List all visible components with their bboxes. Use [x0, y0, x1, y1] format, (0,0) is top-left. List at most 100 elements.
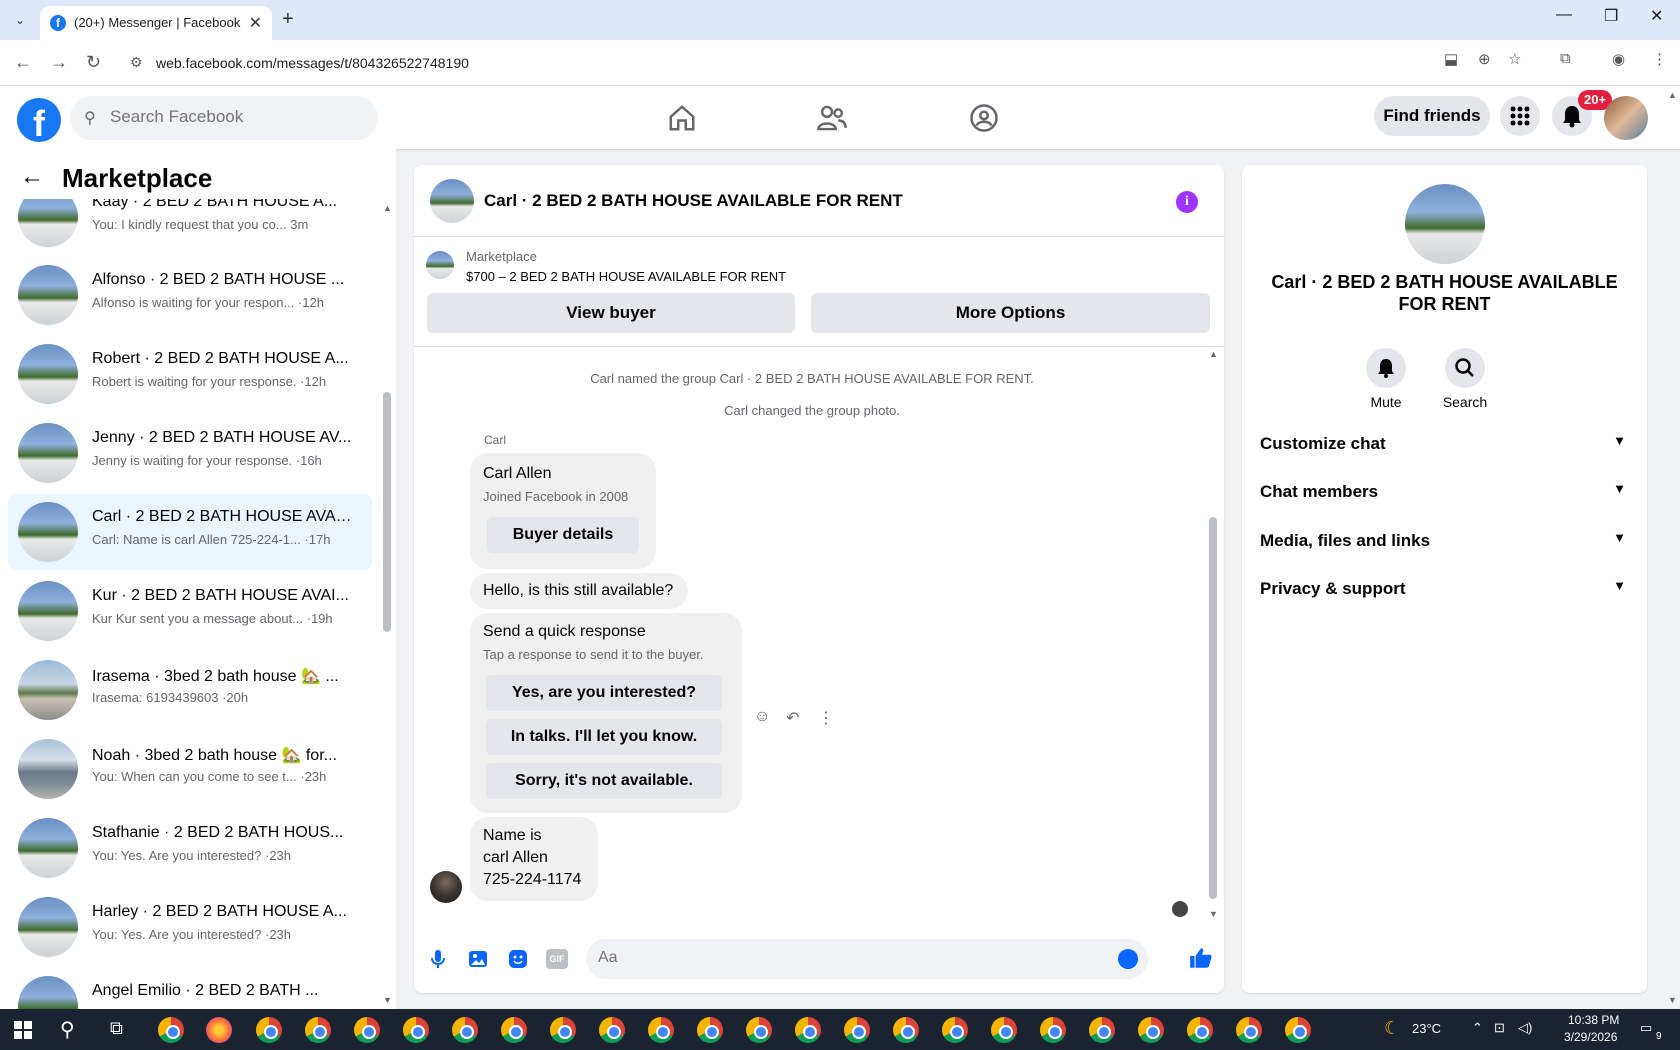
- info-icon[interactable]: i: [1176, 191, 1198, 213]
- notification-center-icon[interactable]: ▭: [1640, 1020, 1652, 1036]
- conversation-item[interactable]: Stafhanie · 2 BED 2 BATH HOUS... You: Ye…: [8, 810, 372, 886]
- privacy-support-row[interactable]: Privacy & support ▼: [1260, 568, 1630, 608]
- listing-thumbnail[interactable]: [426, 251, 454, 279]
- clock-date[interactable]: 3/29/2026: [1564, 1030, 1617, 1044]
- message-input[interactable]: [598, 949, 1078, 967]
- volume-icon[interactable]: ◁): [1518, 1020, 1532, 1036]
- clock-time[interactable]: 10:38 PM: [1568, 1013, 1619, 1027]
- conversation-item[interactable]: Noah · 3bed 2 bath house 🏡 for... You: W…: [8, 731, 372, 807]
- conversation-item[interactable]: Kaay · 2 BED 2 BATH HOUSE A... You: I ki…: [8, 199, 372, 255]
- groups-icon[interactable]: [964, 100, 1004, 136]
- forward-icon[interactable]: →: [50, 52, 68, 73]
- home-icon[interactable]: [662, 100, 702, 136]
- microphone-icon[interactable]: [426, 947, 450, 971]
- tray-chevron-icon[interactable]: ⌃: [1472, 1020, 1483, 1036]
- profile-icon[interactable]: ◉: [1612, 50, 1625, 68]
- quick-response-option[interactable]: In talks. I'll let you know.: [486, 719, 722, 755]
- react-emoji-icon[interactable]: ☺: [754, 708, 770, 726]
- page-scroll-up-icon[interactable]: ▲: [1668, 90, 1677, 100]
- more-options-button[interactable]: More Options: [811, 293, 1210, 333]
- chrome-taskbar-icon[interactable]: [354, 1017, 380, 1043]
- reload-icon[interactable]: ↻: [86, 52, 101, 73]
- scroll-up-arrow-icon[interactable]: ▲: [383, 203, 392, 213]
- chrome-taskbar-icon[interactable]: [452, 1017, 478, 1043]
- scroll-down-arrow-icon[interactable]: ▼: [383, 995, 392, 1005]
- chrome-taskbar-icon[interactable]: [599, 1017, 625, 1043]
- sidebar-scrollbar[interactable]: [383, 392, 391, 632]
- chrome-taskbar-icon[interactable]: [746, 1017, 772, 1043]
- conversation-item[interactable]: Alfonso · 2 BED 2 BATH HOUSE ... Alfonso…: [8, 257, 372, 333]
- chrome-taskbar-icon[interactable]: [893, 1017, 919, 1043]
- site-info-icon[interactable]: ⚙: [130, 54, 143, 71]
- start-icon[interactable]: [14, 1021, 32, 1039]
- buyer-details-button[interactable]: Buyer details: [487, 517, 639, 553]
- conversation-item[interactable]: Irasema · 3bed 2 bath house 🏡 ... Irasem…: [8, 652, 372, 728]
- mute-action[interactable]: Mute: [1351, 348, 1421, 410]
- media-files-links-row[interactable]: Media, files and links ▼: [1260, 520, 1630, 560]
- task-view-icon[interactable]: ⧉: [110, 1018, 123, 1039]
- chrome-taskbar-icon[interactable]: [501, 1017, 527, 1043]
- search-icon[interactable]: [1445, 348, 1485, 388]
- find-friends-button[interactable]: Find friends: [1374, 96, 1490, 136]
- minimize-icon[interactable]: —: [1556, 6, 1572, 24]
- chrome-taskbar-icon[interactable]: [1285, 1017, 1311, 1043]
- extensions-icon[interactable]: ⧉: [1560, 50, 1571, 67]
- back-icon[interactable]: ←: [14, 52, 32, 73]
- weather-temp[interactable]: 23°C: [1412, 1021, 1441, 1036]
- moon-weather-icon[interactable]: ☾: [1384, 1018, 1400, 1039]
- search-input[interactable]: [110, 107, 360, 127]
- restore-icon[interactable]: ❐: [1604, 6, 1618, 26]
- chat-scrollbar[interactable]: [1209, 517, 1217, 899]
- chat-title[interactable]: Carl · 2 BED 2 BATH HOUSE AVAILABLE FOR …: [484, 191, 903, 211]
- tab-search-chevron-icon[interactable]: ⌄: [8, 8, 32, 32]
- bookmark-star-icon[interactable]: ☆: [1508, 50, 1521, 68]
- chrome-taskbar-icon[interactable]: [795, 1017, 821, 1043]
- conversation-item-active[interactable]: Carl · 2 BED 2 BATH HOUSE AVAI... Carl: …: [8, 494, 372, 570]
- sticker-icon[interactable]: [506, 947, 530, 971]
- reply-icon[interactable]: ↶: [786, 708, 799, 728]
- thumbs-up-icon[interactable]: [1188, 945, 1214, 978]
- new-tab-icon[interactable]: +: [282, 8, 294, 31]
- chrome-taskbar-icon[interactable]: [844, 1017, 870, 1043]
- bell-icon[interactable]: [1366, 348, 1406, 388]
- photo-icon[interactable]: [466, 947, 490, 971]
- conversation-item[interactable]: Harley · 2 BED 2 BATH HOUSE A... You: Ye…: [8, 889, 372, 965]
- chrome-taskbar-icon[interactable]: [1187, 1017, 1213, 1043]
- listing-title[interactable]: $700 – 2 BED 2 BATH HOUSE AVAILABLE FOR …: [466, 269, 786, 284]
- chat-avatar[interactable]: [430, 179, 474, 223]
- chrome-taskbar-icon[interactable]: [1040, 1017, 1066, 1043]
- account-avatar[interactable]: [1604, 96, 1648, 140]
- quick-response-option[interactable]: Yes, are you interested?: [486, 675, 722, 711]
- customize-chat-row[interactable]: Customize chat ▼: [1260, 423, 1630, 463]
- taskbar-search-icon[interactable]: ⚲: [60, 1017, 75, 1042]
- tab-close-icon[interactable]: ✕: [249, 13, 262, 33]
- chrome-taskbar-icon[interactable]: [1089, 1017, 1115, 1043]
- chrome-taskbar-icon[interactable]: [697, 1017, 723, 1043]
- facebook-search[interactable]: ⚲: [70, 96, 378, 140]
- chrome-taskbar-icon[interactable]: [403, 1017, 429, 1043]
- group-avatar[interactable]: [1405, 184, 1485, 264]
- url-field[interactable]: ⚙ web.facebook.com/messages/t/8043265227…: [120, 46, 1540, 80]
- page-scroll-down-icon[interactable]: ▼: [1668, 995, 1677, 1005]
- chrome-taskbar-icon[interactable]: [158, 1017, 184, 1043]
- browser-tab[interactable]: f (20+) Messenger | Facebook ✕: [40, 6, 272, 40]
- window-close-icon[interactable]: ✕: [1650, 6, 1663, 26]
- message-input-wrapper[interactable]: [586, 939, 1148, 979]
- conversation-item[interactable]: Kur · 2 BED 2 BATH HOUSE AVAI... Kur Kur…: [8, 573, 372, 649]
- emoji-icon[interactable]: [1118, 949, 1138, 969]
- more-actions-icon[interactable]: ⋮: [818, 708, 834, 728]
- chrome-taskbar-icon[interactable]: [648, 1017, 674, 1043]
- firefox-taskbar-icon[interactable]: [206, 1017, 232, 1043]
- chrome-taskbar-icon[interactable]: [550, 1017, 576, 1043]
- view-buyer-button[interactable]: View buyer: [427, 293, 795, 333]
- chat-members-row[interactable]: Chat members ▼: [1260, 471, 1630, 511]
- chrome-taskbar-icon[interactable]: [991, 1017, 1017, 1043]
- scroll-down-arrow-icon[interactable]: ▼: [1209, 909, 1218, 919]
- chrome-taskbar-icon[interactable]: [1236, 1017, 1262, 1043]
- facebook-logo-icon[interactable]: f: [17, 98, 61, 142]
- quick-response-option[interactable]: Sorry, it's not available.: [486, 763, 722, 799]
- network-icon[interactable]: ⊡: [1494, 1020, 1505, 1036]
- search-action[interactable]: Search: [1430, 348, 1500, 410]
- scroll-up-arrow-icon[interactable]: ▲: [1209, 349, 1218, 359]
- conversation-item[interactable]: Angel Emilio · 2 BED 2 BATH ...: [8, 968, 372, 1009]
